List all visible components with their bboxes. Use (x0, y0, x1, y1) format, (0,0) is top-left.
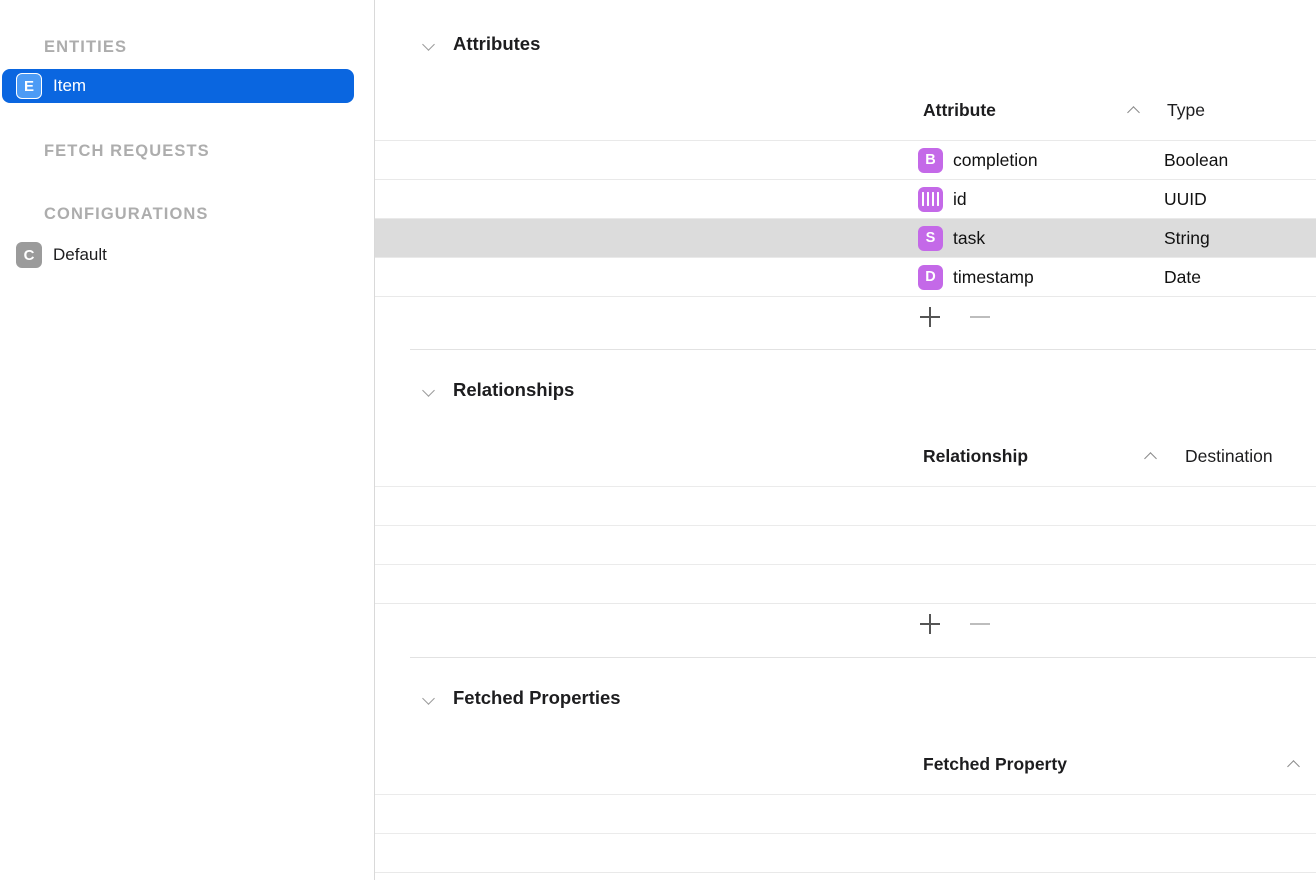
fetched-properties-section-header[interactable]: Fetched Properties (423, 687, 621, 709)
boolean-type-badge-icon: B (918, 147, 943, 173)
column-header-attribute[interactable]: Attribute (923, 100, 996, 121)
fetched-properties-table-header: Fetched Property Predicate (375, 754, 1316, 794)
remove-relationship-button[interactable] (966, 610, 994, 638)
entity-detail-pane: Attributes Attribute Type B completion B… (375, 0, 1316, 880)
chevron-up-icon[interactable] (1145, 451, 1158, 461)
fetched-properties-table-body (375, 794, 1316, 873)
attributes-table: Attribute Type B completion Boolean id U… (375, 100, 1316, 337)
fetched-properties-section-title: Fetched Properties (453, 687, 621, 708)
table-row[interactable] (375, 564, 1316, 603)
column-header-destination[interactable]: Destination (1185, 446, 1273, 467)
sidebar-group-fetch-requests-header: FETCH REQUESTS (44, 142, 210, 160)
table-row[interactable] (375, 794, 1316, 833)
add-relationship-button[interactable] (916, 610, 944, 638)
attribute-name: completion (953, 149, 1038, 170)
chevron-down-icon[interactable] (423, 37, 437, 51)
chevron-up-icon[interactable] (1288, 759, 1301, 769)
relationships-table-header: Relationship Destination Inverse (375, 446, 1316, 486)
core-data-model-editor: ENTITIES E Item FETCH REQUESTS CONFIGURA… (0, 0, 1316, 880)
string-type-badge-icon: S (918, 225, 943, 251)
model-outline-sidebar: ENTITIES E Item FETCH REQUESTS CONFIGURA… (0, 0, 375, 880)
sidebar-item-label: Default (53, 245, 107, 264)
sidebar-group-configurations-header: CONFIGURATIONS (44, 205, 209, 223)
table-row[interactable]: B completion Boolean (375, 140, 1316, 179)
attributes-section-header[interactable]: Attributes (423, 33, 540, 55)
attribute-type-cell[interactable]: Date (1164, 258, 1201, 296)
fetched-properties-table: Fetched Property Predicate (375, 754, 1316, 873)
column-header-relationship[interactable]: Relationship (923, 446, 1028, 467)
attribute-name-cell[interactable]: id (918, 180, 967, 218)
date-type-badge-icon: D (918, 264, 943, 290)
relationships-table-footer (375, 604, 1316, 644)
attribute-name: task (953, 227, 986, 248)
column-header-fetched-property[interactable]: Fetched Property (923, 754, 1067, 775)
chevron-up-icon[interactable] (1128, 105, 1141, 115)
remove-attribute-button[interactable] (966, 303, 994, 331)
table-row[interactable] (375, 833, 1316, 872)
chevron-down-icon[interactable] (423, 691, 437, 705)
table-row[interactable]: S task String (375, 218, 1316, 257)
attribute-name: timestamp (953, 266, 1034, 287)
attributes-table-footer (375, 297, 1316, 337)
relationships-table: Relationship Destination Inverse (375, 446, 1316, 644)
attributes-table-body: B completion Boolean id UUID S task Stri… (375, 140, 1316, 297)
attribute-name-cell[interactable]: S task (918, 219, 985, 257)
attribute-type-cell[interactable]: Boolean (1164, 141, 1228, 179)
sidebar-item-entity-item[interactable]: E Item (2, 69, 354, 103)
entity-badge-icon: E (16, 73, 42, 99)
attributes-section-title: Attributes (453, 33, 541, 54)
attribute-type-cell[interactable]: String (1164, 219, 1210, 257)
attributes-table-header: Attribute Type (375, 100, 1316, 140)
table-bottom-rule (375, 872, 1316, 873)
relationships-table-body (375, 486, 1316, 604)
table-row[interactable]: D timestamp Date (375, 257, 1316, 296)
configuration-badge-icon: C (16, 242, 42, 268)
section-divider (410, 657, 1316, 658)
attribute-name-cell[interactable]: D timestamp (918, 258, 1034, 296)
section-divider (410, 349, 1316, 350)
attribute-name-cell[interactable]: B completion (918, 141, 1038, 179)
uuid-type-badge-icon (918, 186, 943, 212)
sidebar-item-label: Item (53, 76, 87, 95)
table-row[interactable]: id UUID (375, 179, 1316, 218)
relationships-section-header[interactable]: Relationships (423, 379, 574, 401)
table-row[interactable] (375, 486, 1316, 525)
sidebar-item-configuration-default[interactable]: C Default (2, 238, 354, 272)
chevron-down-icon[interactable] (423, 383, 437, 397)
column-header-type[interactable]: Type (1167, 100, 1205, 121)
attribute-name: id (953, 188, 967, 209)
table-row[interactable] (375, 525, 1316, 564)
sidebar-group-entities-header: ENTITIES (44, 38, 128, 56)
attribute-type-cell[interactable]: UUID (1164, 180, 1207, 218)
add-attribute-button[interactable] (916, 303, 944, 331)
relationships-section-title: Relationships (453, 379, 575, 400)
